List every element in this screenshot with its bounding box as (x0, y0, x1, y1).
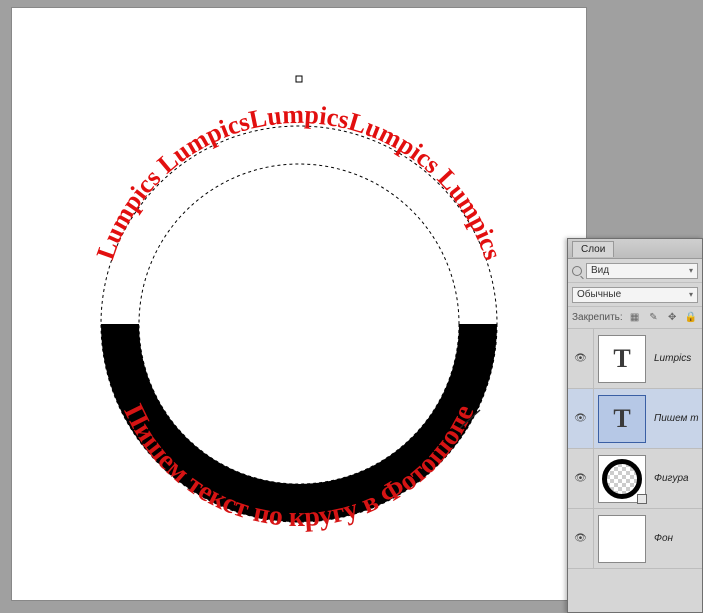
bottom-curved-text[interactable]: Пишем текст по кругу в Фотошопе (117, 400, 480, 534)
filter-kind-dropdown[interactable]: Вид ▾ (586, 263, 698, 279)
circle-svg: Lumpics LumpicsLumpicsLumpics Lumpics Пи… (62, 40, 536, 584)
shape-thumb-icon (602, 459, 642, 499)
filter-kind-label: Вид (591, 265, 609, 276)
selection-inner (139, 164, 459, 484)
layer-thumbnail[interactable] (598, 515, 646, 563)
lock-position-icon[interactable]: ✥ (665, 311, 679, 325)
lock-row-label: Закрепить: (572, 312, 623, 323)
eye-icon[interactable]: 👁 (568, 389, 594, 448)
search-icon (572, 266, 582, 276)
layers-panel: Слои Вид ▾ Обычные ▾ Закрепить: ▦ ✎ ✥ 🔒 … (567, 238, 703, 613)
layer-thumbnail[interactable] (598, 455, 646, 503)
layer-name[interactable]: Фон (650, 533, 702, 544)
blend-mode-row: Обычные ▾ (568, 283, 702, 307)
layer-name[interactable]: Фигура (650, 473, 702, 484)
layer-thumbnail[interactable]: T (598, 335, 646, 383)
lock-all-icon[interactable]: 🔒 (684, 311, 698, 325)
canvas-area[interactable]: Lumpics LumpicsLumpicsLumpics Lumpics Пи… (0, 0, 590, 613)
top-curved-text[interactable]: Lumpics LumpicsLumpicsLumpics Lumpics (91, 100, 508, 263)
blend-mode-label: Обычные (577, 289, 621, 300)
vector-mask-badge (637, 494, 647, 504)
layer-item[interactable]: 👁 Фигура (568, 449, 702, 509)
lock-transparency-icon[interactable]: ▦ (628, 311, 642, 325)
layer-name[interactable]: Пишем т (650, 413, 702, 424)
eye-icon[interactable]: 👁 (568, 329, 594, 388)
panel-tab-bar: Слои (568, 239, 702, 259)
lock-pixels-icon[interactable]: ✎ (647, 311, 661, 325)
eye-icon[interactable]: 👁 (568, 449, 594, 508)
layer-item[interactable]: 👁 T Пишем т (568, 389, 702, 449)
layer-item[interactable]: 👁 T Lumpics (568, 329, 702, 389)
eye-icon[interactable]: 👁 (568, 509, 594, 568)
path-anchor-top[interactable] (296, 76, 302, 82)
blend-mode-dropdown[interactable]: Обычные ▾ (572, 287, 698, 303)
chevron-down-icon: ▾ (689, 266, 693, 275)
layer-filter-row: Вид ▾ (568, 259, 702, 283)
text-layer-icon: T (613, 404, 630, 434)
text-layer-icon: T (613, 344, 630, 374)
panel-tab-layers[interactable]: Слои (572, 241, 614, 257)
layer-thumbnail[interactable]: T (598, 395, 646, 443)
layer-name[interactable]: Lumpics (650, 353, 702, 364)
layers-list: 👁 T Lumpics 👁 T Пишем т 👁 Фигура 👁 Фон (568, 329, 702, 569)
layer-item[interactable]: 👁 Фон (568, 509, 702, 569)
chevron-down-icon: ▾ (689, 290, 693, 299)
document-canvas[interactable]: Lumpics LumpicsLumpicsLumpics Lumpics Пи… (12, 8, 586, 600)
lock-row: Закрепить: ▦ ✎ ✥ 🔒 (568, 307, 702, 329)
